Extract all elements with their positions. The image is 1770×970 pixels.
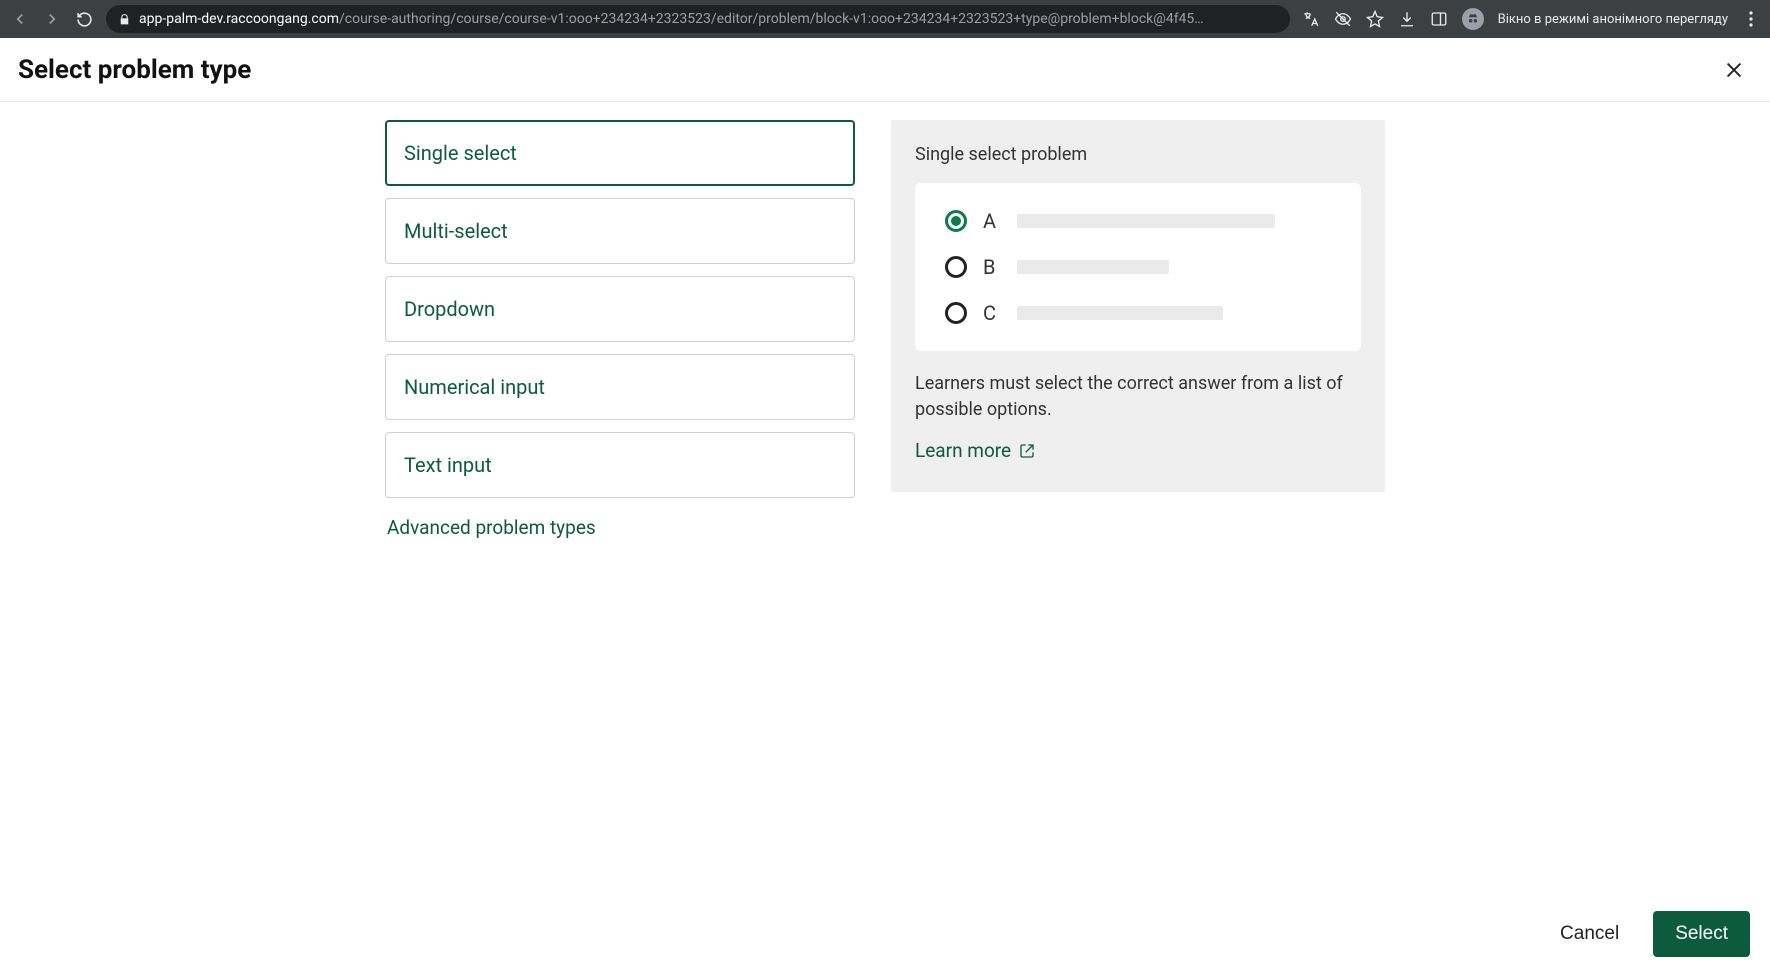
preview-title: Single select problem bbox=[915, 144, 1361, 165]
type-option-single-select[interactable]: Single select bbox=[385, 120, 855, 186]
preview-option-row: C bbox=[945, 301, 1331, 325]
panel-icon[interactable] bbox=[1430, 10, 1448, 28]
back-button[interactable] bbox=[10, 9, 30, 29]
download-icon[interactable] bbox=[1398, 10, 1416, 28]
lock-icon bbox=[118, 13, 131, 26]
radio-unselected-icon bbox=[945, 302, 967, 324]
preview-option-placeholder-bar bbox=[1017, 306, 1223, 320]
learn-more-link[interactable]: Learn more bbox=[915, 439, 1361, 462]
type-option-label: Numerical input bbox=[404, 375, 545, 399]
url-path: /course-authoring/course/course-v1:ooo+2… bbox=[339, 11, 1204, 27]
url-domain: app-palm-dev.raccoongang.com bbox=[139, 11, 339, 27]
type-option-label: Text input bbox=[404, 453, 492, 477]
external-link-icon bbox=[1019, 443, 1035, 459]
preview-panel: Single select problem A B C bbox=[891, 120, 1385, 492]
translate-icon[interactable] bbox=[1302, 10, 1320, 28]
select-button[interactable]: Select bbox=[1653, 911, 1750, 957]
chrome-right-icons: Вікно в режимі анонімного перегляду bbox=[1302, 8, 1760, 30]
preview-option-row: B bbox=[945, 255, 1331, 279]
close-button[interactable] bbox=[1716, 52, 1752, 88]
preview-card: A B C bbox=[915, 183, 1361, 351]
forward-button[interactable] bbox=[42, 9, 62, 29]
chrome-menu-icon[interactable] bbox=[1742, 10, 1760, 28]
preview-option-placeholder-bar bbox=[1017, 260, 1169, 274]
type-option-dropdown[interactable]: Dropdown bbox=[385, 276, 855, 342]
cancel-button-label: Cancel bbox=[1560, 923, 1619, 944]
select-button-label: Select bbox=[1675, 923, 1728, 944]
radio-unselected-icon bbox=[945, 256, 967, 278]
incognito-icon[interactable] bbox=[1462, 8, 1484, 30]
content-area: Single select Multi-select Dropdown Nume… bbox=[0, 102, 1770, 970]
preview-option-letter: C bbox=[983, 301, 1001, 325]
star-icon[interactable] bbox=[1366, 10, 1384, 28]
preview-description: Learners must select the correct answer … bbox=[915, 371, 1361, 423]
type-option-text-input[interactable]: Text input bbox=[385, 432, 855, 498]
preview-option-row: A bbox=[945, 209, 1331, 233]
page-title: Select problem type bbox=[18, 55, 251, 85]
preview-option-letter: B bbox=[983, 255, 1001, 279]
reload-button[interactable] bbox=[74, 9, 94, 29]
advanced-problem-types-link[interactable]: Advanced problem types bbox=[385, 516, 855, 539]
browser-chrome: app-palm-dev.raccoongang.com/course-auth… bbox=[0, 0, 1770, 38]
eye-off-icon[interactable] bbox=[1334, 10, 1352, 28]
incognito-label: Вікно в режимі анонімного перегляду bbox=[1498, 12, 1728, 27]
problem-type-list: Single select Multi-select Dropdown Nume… bbox=[385, 120, 855, 970]
type-option-label: Multi-select bbox=[404, 219, 508, 243]
radio-selected-icon bbox=[945, 210, 967, 232]
page-header: Select problem type bbox=[0, 38, 1770, 102]
learn-more-label: Learn more bbox=[915, 439, 1011, 462]
advanced-link-label: Advanced problem types bbox=[387, 516, 596, 539]
preview-option-letter: A bbox=[983, 209, 1001, 233]
url-bar[interactable]: app-palm-dev.raccoongang.com/course-auth… bbox=[106, 5, 1290, 33]
footer-actions: Cancel Select bbox=[1526, 898, 1770, 970]
cancel-button[interactable]: Cancel bbox=[1546, 913, 1633, 955]
type-option-label: Dropdown bbox=[404, 297, 495, 321]
page: Select problem type Single select Multi-… bbox=[0, 38, 1770, 970]
type-option-numerical-input[interactable]: Numerical input bbox=[385, 354, 855, 420]
type-option-multi-select[interactable]: Multi-select bbox=[385, 198, 855, 264]
type-option-label: Single select bbox=[404, 141, 517, 165]
preview-option-placeholder-bar bbox=[1017, 214, 1275, 228]
